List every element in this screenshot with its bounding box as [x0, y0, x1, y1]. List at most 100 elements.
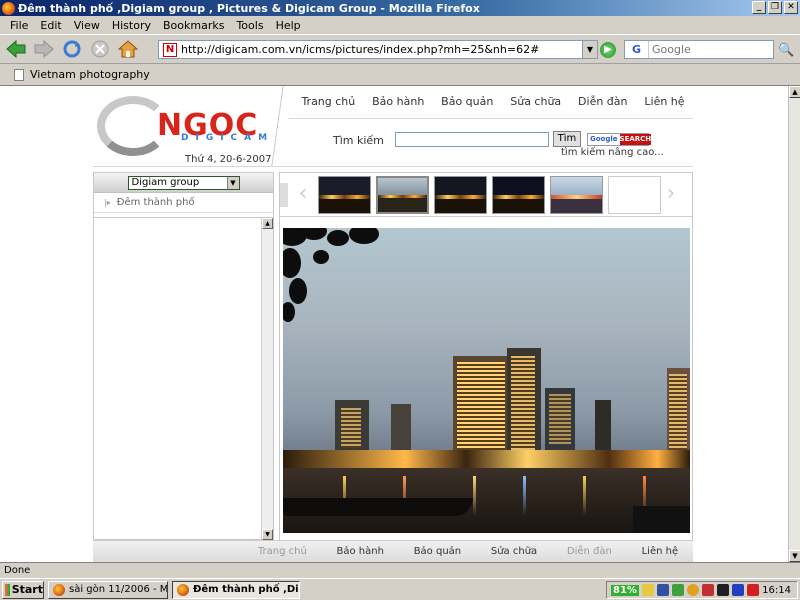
go-button[interactable]: ▶ — [600, 42, 616, 58]
thumb-next-icon[interactable]: › — [664, 179, 678, 211]
topnav-bao-quan[interactable]: Bảo quản — [441, 95, 493, 108]
scroll-up-icon[interactable]: ▲ — [262, 218, 273, 229]
menu-history[interactable]: History — [106, 19, 157, 32]
left-panel-scrollbar[interactable]: ▲ ▼ — [261, 218, 273, 540]
status-bar: Done — [0, 562, 800, 578]
magnifier-icon[interactable]: 🔍 — [778, 43, 794, 59]
left-item-dem-thanh-pho[interactable]: |▸ Đêm thành phố — [94, 193, 273, 213]
stop-button[interactable] — [88, 37, 112, 61]
maximize-button[interactable]: ❐ — [768, 1, 782, 14]
firefox-task-icon — [53, 583, 65, 596]
photo-gallery: ‹ › — [279, 172, 693, 542]
header-bottom-rule — [93, 166, 693, 167]
back-arrow-icon — [6, 39, 26, 59]
menu-view[interactable]: View — [68, 19, 106, 32]
footer-navigation: Trang chủ Bảo hành Bảo quản Sửa chữa Diễ… — [93, 540, 693, 562]
topnav-dien-dan[interactable]: Diễn đàn — [578, 95, 627, 108]
status-text: Done — [4, 565, 31, 576]
security-shield-icon[interactable] — [671, 584, 684, 596]
firefox-task-icon — [177, 583, 189, 596]
network-icon[interactable] — [656, 584, 669, 596]
site-search-button[interactable]: Tìm — [553, 131, 581, 147]
site-container: NGOC DIGICAM Thứ 4, 20-6-2007 Trang chủ … — [93, 86, 693, 562]
taskbar-item-label: sài gòn 11/2006 - Mozilla... — [69, 584, 168, 595]
main-photo[interactable] — [283, 228, 690, 533]
menu-edit[interactable]: Edit — [34, 19, 67, 32]
menu-help[interactable]: Help — [270, 19, 307, 32]
taskbar-item-2[interactable]: Đêm thành phố ,Digia... — [172, 580, 300, 599]
page-scroll-down-icon[interactable]: ▼ — [789, 550, 800, 562]
page-scrollbar[interactable]: ▲ ▼ — [788, 86, 800, 562]
antivirus-icon[interactable] — [701, 584, 714, 596]
footer-sua-chua[interactable]: Sửa chữa — [491, 546, 537, 557]
thumb-prev-icon[interactable]: ‹ — [296, 179, 310, 211]
footer-bao-quan[interactable]: Bảo quản — [414, 546, 461, 557]
ngoc-digicam-logo[interactable]: NGOC DIGICAM — [97, 90, 273, 160]
volume-icon[interactable] — [731, 584, 744, 596]
footer-dien-dan[interactable]: Diễn đàn — [567, 546, 612, 557]
reload-button[interactable] — [60, 37, 84, 61]
page-scroll-up-icon[interactable]: ▲ — [789, 86, 800, 98]
select-dropdown-icon[interactable]: ▼ — [226, 176, 239, 189]
minimize-button[interactable]: _ — [752, 1, 766, 14]
url-dropdown-icon[interactable]: ▼ — [582, 41, 597, 58]
close-button[interactable]: ✕ — [784, 1, 798, 14]
power-icon[interactable] — [641, 584, 654, 596]
app-tray-icon[interactable] — [716, 584, 729, 596]
top-navigation: Trang chủ Bảo hành Bảo quản Sửa chữa Diễ… — [293, 90, 693, 112]
google-search-button[interactable]: Google SEARCH — [587, 133, 652, 146]
back-button[interactable] — [4, 37, 28, 61]
site-search-input[interactable] — [395, 132, 549, 147]
home-button[interactable] — [116, 37, 140, 61]
taskbar-item-1[interactable]: sài gòn 11/2006 - Mozilla... — [48, 580, 168, 599]
messenger-icon[interactable] — [686, 584, 699, 596]
group-select[interactable]: Digiam group ▼ — [127, 175, 240, 190]
logo-sub-text: DIGICAM — [181, 133, 275, 143]
menu-bookmarks[interactable]: Bookmarks — [157, 19, 230, 32]
thumbnail-2[interactable] — [376, 176, 429, 214]
site-favicon: N — [163, 42, 177, 57]
system-tray: 81% 16:14 — [606, 581, 798, 599]
search-input[interactable] — [652, 43, 762, 56]
url-bar[interactable]: N http://digicam.com.vn/icms/pictures/in… — [158, 40, 598, 59]
bookmarks-toolbar: Vietnam photography — [0, 64, 800, 86]
topnav-sua-chua[interactable]: Sửa chữa — [510, 95, 561, 108]
windows-flag-icon — [5, 583, 10, 596]
menu-file[interactable]: File — [4, 19, 34, 32]
scroll-down-icon[interactable]: ▼ — [262, 529, 273, 540]
left-panel: Digiam group ▼ |▸ Đêm thành phố ▲ ▼ — [93, 172, 274, 540]
left-panel-header: Digiam group ▼ — [94, 173, 273, 193]
topnav-trang-chu[interactable]: Trang chủ — [301, 95, 355, 108]
topnav-bao-hanh[interactable]: Bảo hành — [372, 95, 424, 108]
search-engine-icon[interactable]: G — [625, 41, 649, 58]
topnav-lien-he[interactable]: Liên hệ — [644, 95, 684, 108]
footer-bao-hanh[interactable]: Bảo hành — [337, 546, 384, 557]
current-date: Thứ 4, 20-6-2007 — [185, 154, 272, 165]
thumbnail-6[interactable] — [608, 176, 661, 214]
group-select-value: Digiam group — [131, 177, 200, 188]
window-titlebar[interactable]: Đêm thành phố ,Digiam group , Pictures &… — [0, 0, 800, 16]
search-box[interactable]: G — [624, 40, 774, 59]
thumbnail-4[interactable] — [492, 176, 545, 214]
battery-indicator[interactable]: 81% — [611, 584, 639, 596]
bookmark-vietnam-photography[interactable]: Vietnam photography — [30, 68, 150, 81]
alert-icon[interactable] — [746, 584, 759, 596]
left-panel-body: ▲ ▼ — [94, 217, 273, 540]
firefox-icon — [2, 1, 15, 15]
footer-trang-chu[interactable]: Trang chủ — [258, 546, 307, 557]
thumbnail-1[interactable] — [318, 176, 371, 214]
footer-lien-he[interactable]: Liên hệ — [642, 546, 679, 557]
forward-button[interactable] — [32, 37, 56, 61]
thumbnail-5[interactable] — [550, 176, 603, 214]
windows-taskbar: Start sài gòn 11/2006 - Mozilla... Đêm t… — [0, 578, 800, 600]
reload-icon — [63, 40, 81, 58]
advanced-search-link[interactable]: tìm kiếm nâng cao... — [561, 147, 664, 158]
start-button[interactable]: Start — [2, 580, 44, 599]
thumbnail-3[interactable] — [434, 176, 487, 214]
strip-grip — [280, 183, 288, 207]
window-controls: _ ❐ ✕ — [752, 1, 798, 14]
url-text: http://digicam.com.vn/icms/pictures/inde… — [181, 43, 540, 56]
site-search-label: Tìm kiếm — [333, 134, 384, 147]
menu-tools[interactable]: Tools — [230, 19, 269, 32]
taskbar-clock[interactable]: 16:14 — [762, 585, 791, 596]
